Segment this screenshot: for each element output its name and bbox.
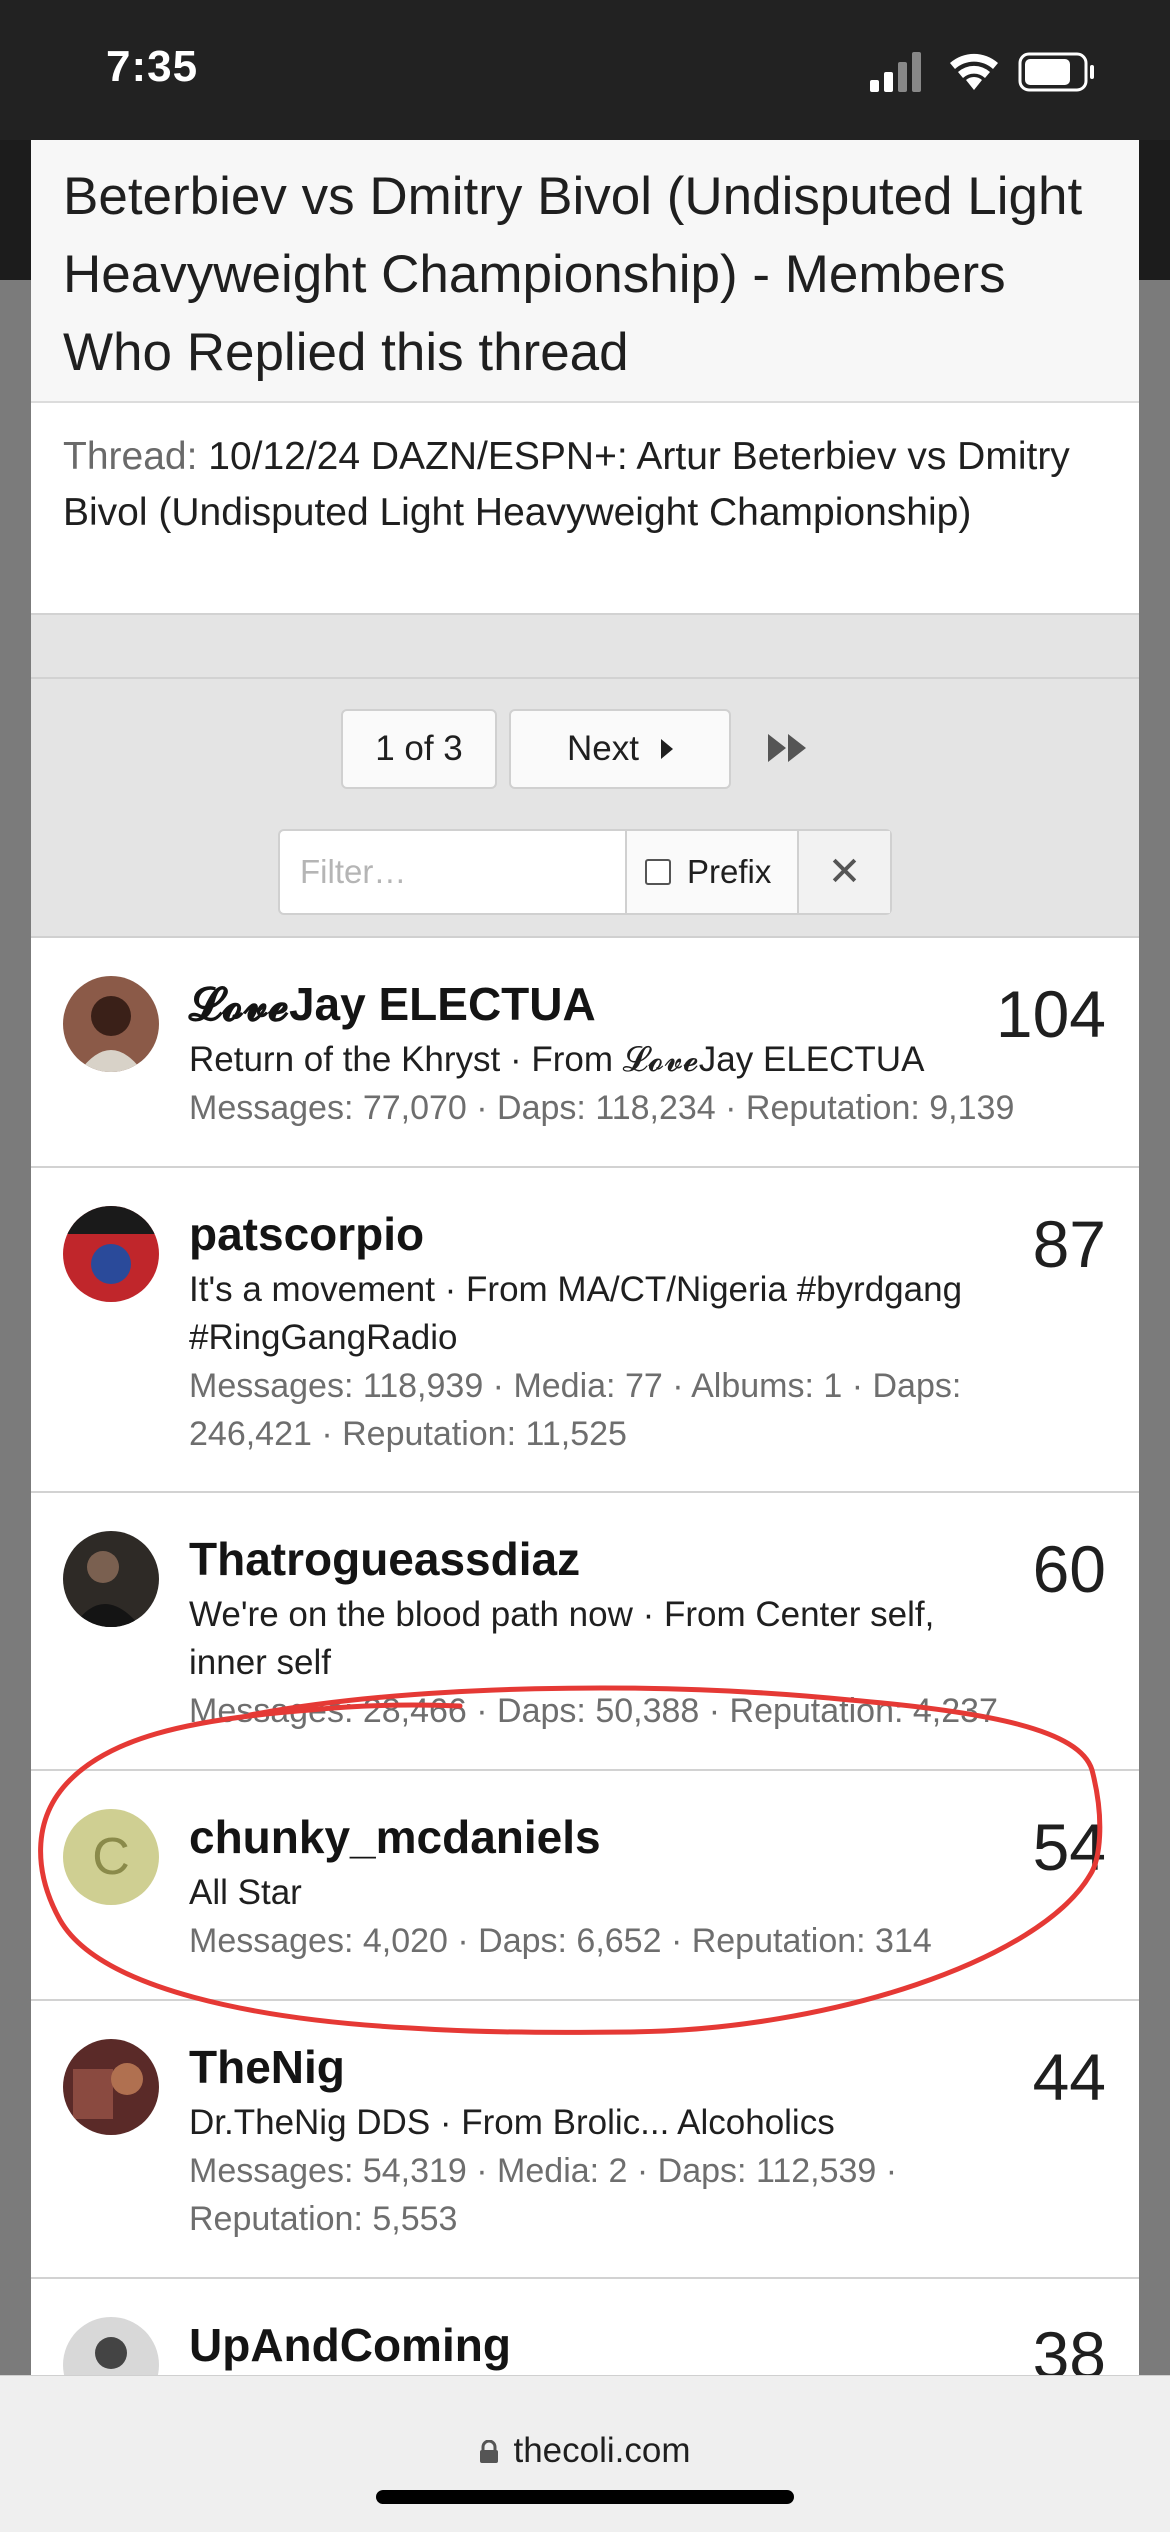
reply-count: 87 (1032, 1207, 1106, 1281)
member-row[interactable]: Thatrogueassdiaz We're on the blood path… (31, 1493, 1139, 1771)
prefix-label: Prefix (687, 853, 772, 890)
caret-right-icon (660, 739, 673, 759)
browser-url-bar[interactable]: thecoli.com (0, 2375, 1170, 2532)
home-indicator (376, 2490, 794, 2504)
member-stats: Messages: 54,319 · Media: 2 · Daps: 112,… (189, 2152, 898, 2238)
thread-link[interactable]: 10/12/24 DAZN/ESPN+: Artur Beterbiev vs … (63, 435, 1070, 534)
member-stats: Messages: 77,070 · Daps: 118,234 · Reput… (189, 1089, 1015, 1127)
url-display[interactable]: thecoli.com (0, 2431, 1170, 2471)
status-bar: 7:35 (0, 0, 1170, 140)
avatar[interactable]: C (63, 1809, 159, 1905)
avatar[interactable] (63, 2039, 159, 2135)
wifi-icon (950, 53, 998, 90)
status-time: 7:35 (106, 42, 199, 91)
filter-group: Prefix ✕ (278, 829, 892, 915)
member-name[interactable]: 𝓛𝓸𝓿𝓮Jay ELECTUA (189, 976, 1107, 1032)
member-name[interactable]: TheNig (189, 2039, 1107, 2095)
member-name[interactable]: Thatrogueassdiaz (189, 1531, 1107, 1587)
member-blurb: We're on the blood path now · From Cente… (189, 1595, 935, 1682)
toolbar: 1 of 3 Next Prefix ✕ (31, 615, 1139, 938)
member-blurb: All Star (189, 1873, 302, 1912)
member-stats: Messages: 4,020 · Daps: 6,652 · Reputati… (189, 1922, 932, 1960)
lock-icon (480, 2440, 499, 2463)
next-page-button[interactable]: Next (509, 709, 731, 789)
clear-filter-button[interactable]: ✕ (797, 831, 890, 913)
member-row[interactable]: 𝓛𝓸𝓿𝓮Jay ELECTUA Return of the Khryst · F… (31, 938, 1139, 1168)
toolbar-divider (31, 677, 1139, 679)
reply-count: 44 (1032, 2040, 1106, 2114)
avatar[interactable] (63, 1206, 159, 1302)
member-stats: Messages: 118,939 · Media: 77 · Albums: … (189, 1367, 962, 1453)
member-row[interactable]: patscorpio It's a movement · From MA/CT/… (31, 1168, 1139, 1493)
reply-count: 54 (1032, 1810, 1106, 1884)
members-replied-dialog: Beterbiev vs Dmitry Bivol (Undisputed Li… (31, 140, 1139, 2375)
battery-icon (1018, 52, 1094, 92)
close-icon: ✕ (827, 850, 862, 894)
member-name[interactable]: UpAndComing (189, 2317, 1107, 2373)
member-stats: Messages: 28,466 · Daps: 50,388 · Reputa… (189, 1692, 998, 1730)
prefix-toggle[interactable]: Prefix (625, 831, 797, 913)
signal-icon (870, 52, 921, 92)
reply-count: 104 (995, 977, 1106, 1051)
member-blurb: Dr.TheNig DDS · From Brolic... Alcoholic… (189, 2103, 835, 2142)
member-row[interactable]: UpAndComing V 38 (31, 2279, 1139, 2375)
dialog-title: Beterbiev vs Dmitry Bivol (Undisputed Li… (31, 140, 1139, 403)
member-row[interactable]: TheNig Dr.TheNig DDS · From Brolic... Al… (31, 2001, 1139, 2279)
page-jump-button[interactable]: 1 of 3 (341, 709, 497, 789)
url-domain: thecoli.com (513, 2431, 691, 2470)
reply-count: 38 (1032, 2318, 1106, 2375)
avatar[interactable] (63, 976, 159, 1072)
next-label: Next (567, 729, 639, 768)
avatar[interactable] (63, 1531, 159, 1627)
member-name[interactable]: chunky_mcdaniels (189, 1809, 1107, 1865)
member-blurb: It's a movement · From MA/CT/Nigeria #by… (189, 1270, 963, 1357)
filter-input[interactable] (280, 831, 625, 913)
member-blurb: Return of the Khryst · From 𝓛𝓸𝓿𝓮Jay ELEC… (189, 1040, 925, 1079)
avatar-letter: C (92, 1828, 130, 1886)
thread-label: Thread: (63, 435, 198, 478)
member-row[interactable]: C chunky_mcdaniels All Star Messages: 4,… (31, 1771, 1139, 2001)
prefix-checkbox[interactable] (645, 859, 671, 885)
reply-count: 60 (1032, 1532, 1106, 1606)
status-icons (870, 52, 1094, 92)
avatar[interactable] (63, 2317, 159, 2375)
thread-info: Thread: 10/12/24 DAZN/ESPN+: Artur Beter… (31, 403, 1139, 615)
member-name[interactable]: patscorpio (189, 1206, 1107, 1262)
last-page-icon[interactable] (766, 731, 810, 765)
